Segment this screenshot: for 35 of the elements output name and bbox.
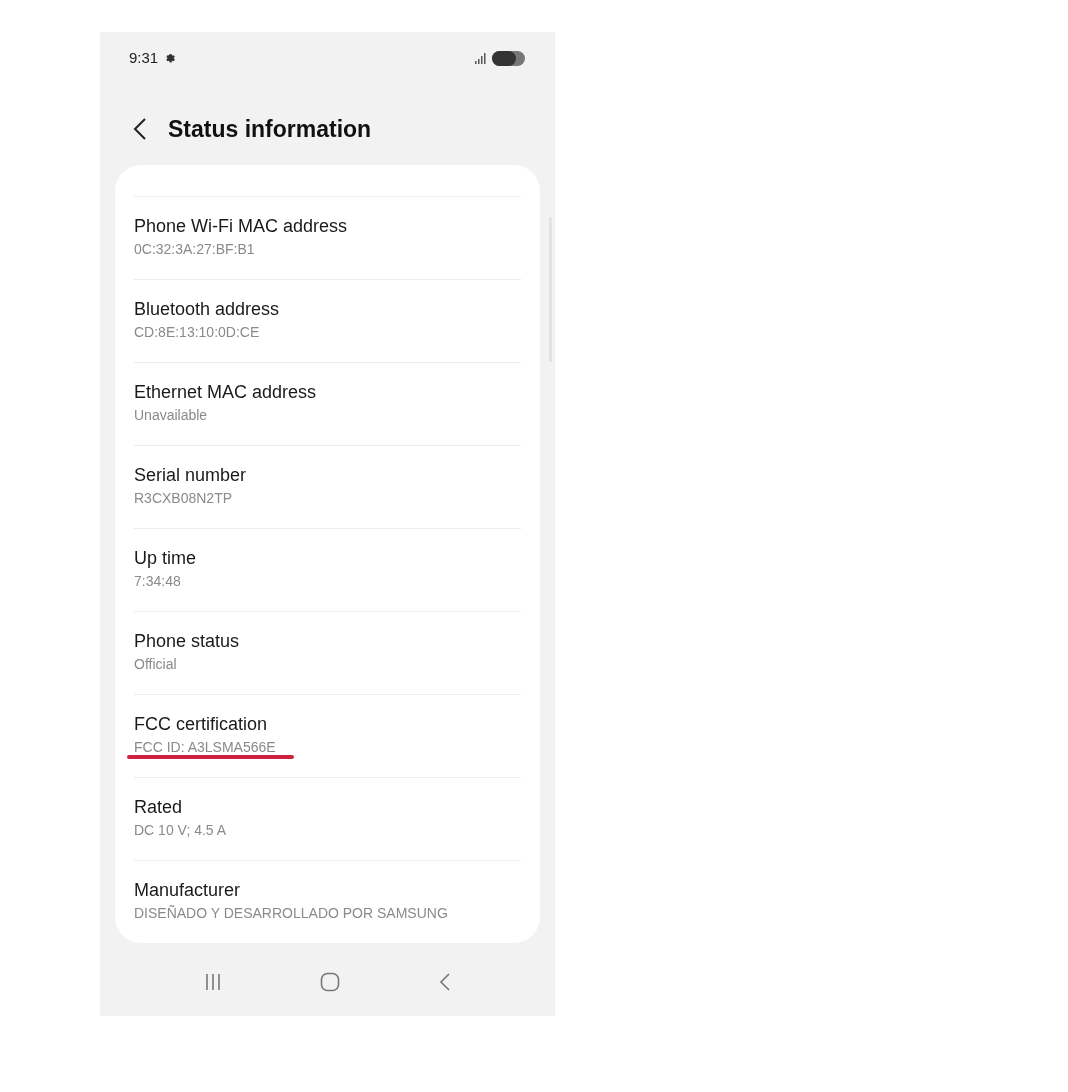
page-title: Status information [168,114,372,144]
item-value: DC 10 V; 4.5 A [134,821,227,840]
list-item[interactable]: FCC certification FCC ID: A3LSMA566E [134,694,521,777]
item-value: Official [134,655,177,674]
item-title: Rated [134,796,184,819]
battery-icon [492,50,525,66]
item-value: 0C:32:3A:27:BF:B1 [134,240,255,259]
list-item[interactable]: Up time 7:34:48 [134,528,521,611]
list-item[interactable]: Bluetooth address CD:8E:13:10:0D:CE [134,279,521,362]
item-title: Phone status [134,630,241,653]
list-item[interactable]: Phone Wi-Fi MAC address 0C:32:3A:27:BF:B1 [134,196,521,279]
signal-icon [475,52,487,64]
item-title: Phone Wi-Fi MAC address [134,215,349,238]
item-value: R3CXB08N2TP [134,489,233,508]
clock-time: 9:31 [129,47,159,68]
list-item[interactable]: Rated DC 10 V; 4.5 A [134,777,521,860]
list-item[interactable]: Phone status Official [134,611,521,694]
item-title: Serial number [134,464,248,487]
item-value: FCC ID: A3LSMA566E [134,738,276,757]
list-item[interactable]: Ethernet MAC address Unavailable [134,362,521,445]
list-item[interactable]: Manufacturer DISEÑADO Y DESARROLLADO POR SAMSUNG [134,860,521,943]
item-title: Ethernet MAC address [134,381,318,404]
item-value: DISEÑADO Y DESARROLLADO POR SAMSUNG [134,904,448,923]
item-title: Bluetooth address [134,298,281,321]
item-title: Manufacturer [134,879,242,902]
item-value: CD:8E:13:10:0D:CE [134,323,260,342]
home-icon[interactable] [320,972,341,992]
item-value: Unavailable [134,406,208,425]
recent-apps-icon[interactable] [204,973,223,991]
item-title: Up time [134,547,197,570]
list-item[interactable]: Serial number R3CXB08N2TP [134,445,521,528]
back-icon[interactable] [133,117,147,141]
settings-icon [163,51,177,65]
item-value: 7:34:48 [134,572,181,591]
item-title: FCC certification [134,713,269,736]
